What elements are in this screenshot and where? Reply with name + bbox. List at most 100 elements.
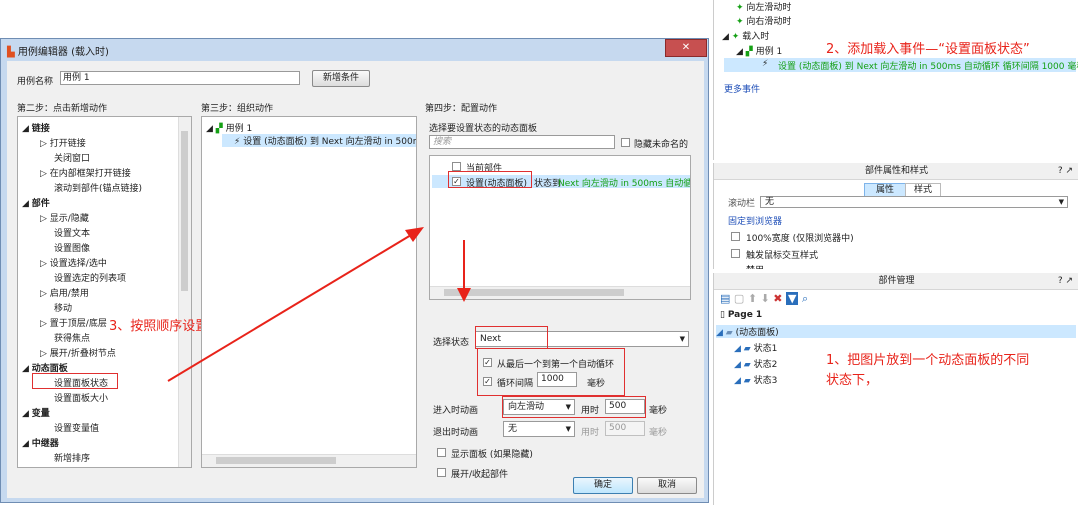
current-widget-checkbox[interactable] bbox=[452, 162, 461, 171]
width100-checkbox[interactable] bbox=[731, 232, 740, 241]
width100-label: 100%宽度 (仅限浏览器中) bbox=[746, 234, 854, 244]
panel-list-scrollbar[interactable] bbox=[430, 286, 690, 299]
action-set-image[interactable]: 设置图像 bbox=[54, 241, 90, 254]
action-expand-collapse[interactable]: ▷ 展开/折叠树节点 bbox=[40, 346, 116, 359]
expand-icon[interactable]: ◢ bbox=[22, 409, 29, 419]
app-icon: ▙ bbox=[7, 47, 15, 58]
step4-label: 第四步：配置动作 bbox=[425, 104, 498, 114]
highlight-set-panel-state bbox=[32, 373, 118, 389]
help-icon[interactable]: ? ↗ bbox=[1058, 163, 1073, 179]
exit-duration-input[interactable]: 500 bbox=[605, 421, 645, 436]
add-page-icon[interactable]: ▤ bbox=[720, 292, 730, 305]
filter-icon[interactable]: ▼ bbox=[785, 292, 799, 305]
dialog-body: 用例名称 用例 1 新增条件 第二步：点击新增动作 第三步：组织动作 第四步：配… bbox=[7, 61, 704, 498]
action-set-variable[interactable]: 设置变量值 bbox=[54, 421, 99, 434]
hover-checkbox[interactable] bbox=[731, 249, 740, 258]
loop-checkbox[interactable]: ✓ bbox=[483, 358, 492, 367]
actions-scrollbar[interactable] bbox=[178, 117, 191, 467]
expand-icon[interactable]: ◢ bbox=[22, 124, 29, 134]
step3-label: 第三步：组织动作 bbox=[201, 104, 274, 114]
expand-icon[interactable]: ◢ bbox=[734, 376, 741, 386]
case-icon: ▞ bbox=[215, 124, 223, 134]
action-set-list[interactable]: 设置选定的列表项 bbox=[54, 271, 126, 284]
tree-page1[interactable]: ▯ Page 1 bbox=[720, 310, 762, 320]
expand-icon[interactable]: ◢ bbox=[22, 199, 29, 209]
expand-icon[interactable]: ◢ bbox=[736, 47, 743, 57]
add-condition-button[interactable]: 新增条件 bbox=[312, 70, 370, 87]
annotation-3: 3、按照顺序设置 bbox=[109, 319, 209, 334]
hover-label: 触发鼠标交互样式 bbox=[746, 251, 819, 261]
tree-action-selected[interactable]: ⚡ 设置 (动态面板) 到 Next 向左滑动 in 500ms 自动循环 循环… bbox=[724, 58, 1078, 72]
exit-anim-dropdown[interactable]: 无 ▼ bbox=[503, 421, 575, 437]
highlight-enter-anim bbox=[502, 396, 646, 418]
action-set-panel-size[interactable]: 设置面板大小 bbox=[54, 391, 108, 404]
tree-item-case1[interactable]: ◢ ▞ 用例 1 bbox=[736, 44, 782, 57]
case-editor-dialog: ▙ 用例编辑器 (载入时) ✕ 用例名称 用例 1 新增条件 第二步：点击新增动… bbox=[0, 38, 709, 503]
expand-icon[interactable]: ◢ bbox=[22, 364, 29, 374]
state-icon: ▰ bbox=[743, 344, 751, 354]
action-scroll-to[interactable]: 滚动到部件(锚点链接) bbox=[54, 181, 142, 194]
delete-icon[interactable]: ✖ bbox=[773, 292, 782, 305]
tree-item-swipe-left[interactable]: ✦ 向左滑动时 bbox=[736, 0, 791, 13]
enter-anim-label: 进入时动画 bbox=[433, 406, 479, 416]
case-name-input[interactable]: 用例 1 bbox=[60, 71, 300, 85]
expand-widget-label: 展开/收起部件 bbox=[451, 470, 509, 480]
expand-icon[interactable]: ◢ bbox=[206, 124, 213, 134]
action-open-link[interactable]: ▷ 打开链接 bbox=[40, 136, 86, 149]
expand-icon[interactable]: ◢ bbox=[734, 360, 741, 370]
scroll-select[interactable]: 无 ▼ bbox=[760, 196, 1068, 208]
organize-scrollbar[interactable] bbox=[202, 454, 416, 467]
action-close-window[interactable]: 关闭窗口 bbox=[54, 151, 90, 164]
cancel-button[interactable]: 取消 bbox=[637, 477, 697, 494]
exit-duration-unit: 毫秒 bbox=[649, 428, 668, 438]
expand-widget-checkbox[interactable] bbox=[437, 468, 446, 477]
copy-icon[interactable]: ▢ bbox=[734, 292, 744, 305]
panel-icon: ▰ bbox=[725, 328, 733, 338]
expand-icon[interactable]: ◢ bbox=[22, 439, 29, 449]
close-button[interactable]: ✕ bbox=[665, 39, 707, 57]
help-icon[interactable]: ? ↗ bbox=[1058, 273, 1073, 289]
action-show-hide[interactable]: ▷ 显示/隐藏 bbox=[40, 211, 89, 224]
action-enable-disable[interactable]: ▷ 启用/禁用 bbox=[40, 286, 89, 299]
more-events-link[interactable]: 更多事件 bbox=[724, 82, 760, 95]
action-set-text[interactable]: 设置文本 bbox=[54, 226, 90, 239]
tree-state-1[interactable]: ◢ ▰ 状态1 bbox=[734, 341, 777, 354]
chevron-down-icon: ▼ bbox=[679, 335, 685, 343]
tree-item-swipe-right[interactable]: ✦ 向右滑动时 bbox=[736, 14, 791, 27]
tree-item-onload[interactable]: ◢ ✦ 载入时 bbox=[722, 29, 769, 42]
expand-icon[interactable]: ◢ bbox=[722, 32, 729, 42]
tree-dynamic-panel[interactable]: ◢ ▰ (动态面板) bbox=[716, 325, 1076, 338]
ok-button[interactable]: 确定 bbox=[573, 477, 633, 494]
action-add-sort[interactable]: 新增排序 bbox=[54, 451, 90, 464]
tree-state-2[interactable]: ◢ ▰ 状态2 bbox=[734, 357, 777, 370]
show-panel-label: 显示面板 (如果隐藏) bbox=[451, 450, 533, 460]
expand-icon[interactable]: ◢ bbox=[716, 328, 723, 338]
manager-title: 部件管理 bbox=[878, 276, 915, 286]
interval-input[interactable]: 1000 bbox=[537, 372, 577, 387]
interval-checkbox[interactable]: ✓ bbox=[483, 377, 492, 386]
action-move[interactable]: 移动 bbox=[54, 301, 72, 314]
pin-browser-link[interactable]: 固定到浏览器 bbox=[728, 214, 782, 227]
organize-case[interactable]: ◢ ▞ 用例 1 bbox=[206, 121, 252, 134]
properties-panel: 部件属性和样式 ? ↗ 属性 样式 滚动栏 无 ▼ 固定到浏览器 100%宽度 (… bbox=[713, 163, 1078, 269]
interval-label: 循环间隔 bbox=[497, 379, 534, 389]
hide-unnamed-checkbox[interactable] bbox=[621, 138, 630, 147]
exit-duration-label: 用时 bbox=[581, 428, 600, 438]
action-front-back[interactable]: ▷ 置于顶层/底层 bbox=[40, 316, 107, 329]
search-icon[interactable]: ⌕ bbox=[802, 292, 808, 305]
move-down-icon[interactable]: ⬇ bbox=[761, 292, 770, 305]
action-set-selected[interactable]: ▷ 设置选择/选中 bbox=[40, 256, 107, 269]
organize-panel: ◢ ▞ 用例 1 ⚡ 设置 (动态面板) 到 Next 向左滑动 in 500m… bbox=[201, 116, 417, 468]
action-open-frame[interactable]: ▷ 在内部框架打开链接 bbox=[40, 166, 131, 179]
action-focus[interactable]: 获得焦点 bbox=[54, 331, 90, 344]
hide-unnamed-label: 隐藏未命名的 bbox=[634, 140, 689, 150]
show-panel-checkbox[interactable] bbox=[437, 448, 446, 457]
organize-action[interactable]: ⚡ 设置 (动态面板) 到 Next 向左滑动 in 500ms bbox=[222, 134, 416, 147]
step2-label: 第二步：点击新增动作 bbox=[17, 104, 108, 114]
case-icon: ▞ bbox=[745, 47, 753, 57]
move-up-icon[interactable]: ⬆ bbox=[748, 292, 757, 305]
expand-icon[interactable]: ◢ bbox=[734, 344, 741, 354]
search-input[interactable]: 搜索 bbox=[429, 135, 615, 149]
tree-state-3[interactable]: ◢ ▰ 状态3 bbox=[734, 373, 777, 386]
dialog-title: 用例编辑器 (载入时) bbox=[17, 47, 109, 58]
